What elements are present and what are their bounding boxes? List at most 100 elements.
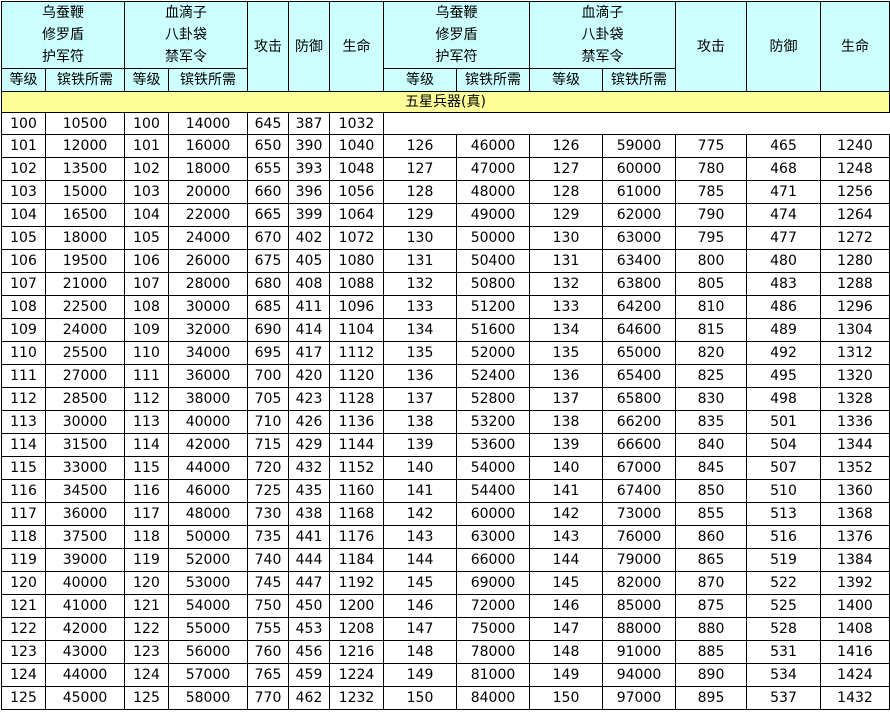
- table-cell: 459: [288, 663, 330, 687]
- table-cell: 426: [288, 410, 330, 434]
- table-cell: 131: [383, 249, 457, 273]
- table-cell: 128: [383, 180, 457, 204]
- table-cell: 141: [383, 479, 457, 503]
- header-defense: 防御: [288, 1, 330, 92]
- table-cell: 66000: [456, 548, 530, 572]
- table-cell: 765: [247, 663, 289, 687]
- table-cell: 112: [1, 387, 46, 411]
- table-cell: 750: [247, 594, 289, 618]
- table-cell: 775: [675, 134, 747, 158]
- table-cell: 52400: [456, 364, 530, 388]
- table-cell: 32000: [168, 318, 248, 342]
- table-cell: 1304: [820, 318, 890, 342]
- table-cell: 650: [247, 134, 289, 158]
- table-cell: 456: [288, 640, 330, 664]
- table-cell: 118: [124, 525, 169, 549]
- table-cell: 61000: [602, 180, 676, 204]
- table-cell: 745: [247, 571, 289, 595]
- table-row: 120 40000 120 53000 745 447 1192 145 69000 145 820…: [1, 571, 890, 595]
- table-cell: 845: [675, 456, 747, 480]
- table-cell: 790: [675, 203, 747, 227]
- table-cell: 435: [288, 479, 330, 503]
- table-cell: 53200: [456, 410, 530, 434]
- table-cell: 66600: [602, 433, 676, 457]
- table-cell: 450: [288, 594, 330, 618]
- table-cell: 49000: [456, 203, 530, 227]
- table-cell: 115: [124, 456, 169, 480]
- table-cell: 146: [383, 594, 457, 618]
- table-cell: 810: [675, 295, 747, 319]
- table-cell: 134: [529, 318, 603, 342]
- table-cell: 128: [529, 180, 603, 204]
- table-row: 122 42000 122 55000 755 453 1208 147 75000 147 880…: [1, 617, 890, 641]
- table-cell: 105: [1, 226, 46, 250]
- table-cell: 119: [1, 548, 46, 572]
- table-cell: 735: [247, 525, 289, 549]
- table-cell: 104: [1, 203, 46, 227]
- table-cell: 72000: [456, 594, 530, 618]
- table-cell: 50400: [456, 249, 530, 273]
- section-title: 五星兵器(真): [1, 91, 890, 113]
- table-cell: 145: [383, 571, 457, 595]
- table-cell: 16500: [45, 203, 125, 227]
- table-cell: 1072: [329, 226, 384, 250]
- table-cell: 143: [383, 525, 457, 549]
- table-cell: 462: [288, 686, 330, 710]
- table-cell: 148: [383, 640, 457, 664]
- table-cell: 1088: [329, 272, 384, 296]
- table-cell: 133: [383, 295, 457, 319]
- table-cell: 48000: [168, 502, 248, 526]
- table-cell: 106: [1, 249, 46, 273]
- table-cell: 519: [746, 548, 821, 572]
- table-cell: 1056: [329, 180, 384, 204]
- table-cell: 522: [746, 571, 821, 595]
- header-attack-right: 攻击: [675, 1, 747, 92]
- table-cell: 124: [124, 663, 169, 687]
- table-cell: 105: [124, 226, 169, 250]
- table-cell: 700: [247, 364, 289, 388]
- table-cell: 140: [383, 456, 457, 480]
- table-cell: 675: [247, 249, 289, 273]
- table-cell: 1104: [329, 318, 384, 342]
- table-cell: 53600: [456, 433, 530, 457]
- header-iron: 镔铁所需: [168, 68, 248, 92]
- table-cell: 432: [288, 456, 330, 480]
- table-cell: 15000: [45, 180, 125, 204]
- table-cell: 58000: [168, 686, 248, 710]
- table-cell: 144: [529, 548, 603, 572]
- table-cell: 660: [247, 180, 289, 204]
- table-cell: 50800: [456, 272, 530, 296]
- table-cell: 69000: [456, 571, 530, 595]
- table-cell: 44000: [45, 663, 125, 687]
- table-cell: 1384: [820, 548, 890, 572]
- table-cell: 54000: [456, 456, 530, 480]
- table-cell: 447: [288, 571, 330, 595]
- table-cell: 122: [1, 617, 46, 641]
- table-cell: 516: [746, 525, 821, 549]
- table-cell: 124: [1, 663, 46, 687]
- table-cell: 130: [383, 226, 457, 250]
- table-cell: 429: [288, 433, 330, 457]
- table-cell: 40000: [168, 410, 248, 434]
- table-cell: 655: [247, 157, 289, 181]
- table-cell: 1120: [329, 364, 384, 388]
- table-cell: 1352: [820, 456, 890, 480]
- table-cell: 103: [1, 180, 46, 204]
- table-cell: 62000: [602, 203, 676, 227]
- table-cell: 136: [529, 364, 603, 388]
- table-row: 115 33000 115 44000 720 432 1152 140 54000 140 670…: [1, 456, 890, 480]
- table-cell: 1064: [329, 203, 384, 227]
- table-cell: 21000: [45, 272, 125, 296]
- table-cell: 115: [1, 456, 46, 480]
- table-cell: 18000: [168, 157, 248, 181]
- table-cell: 453: [288, 617, 330, 641]
- table-cell: 150: [529, 686, 603, 710]
- table-cell: 139: [529, 433, 603, 457]
- table-cell: 18000: [45, 226, 125, 250]
- table-cell: 30000: [45, 410, 125, 434]
- table-cell: 20000: [168, 180, 248, 204]
- table-cell: 142: [383, 502, 457, 526]
- table-cell: 417: [288, 341, 330, 365]
- header-attack: 攻击: [247, 1, 289, 92]
- table-cell: 895: [675, 686, 747, 710]
